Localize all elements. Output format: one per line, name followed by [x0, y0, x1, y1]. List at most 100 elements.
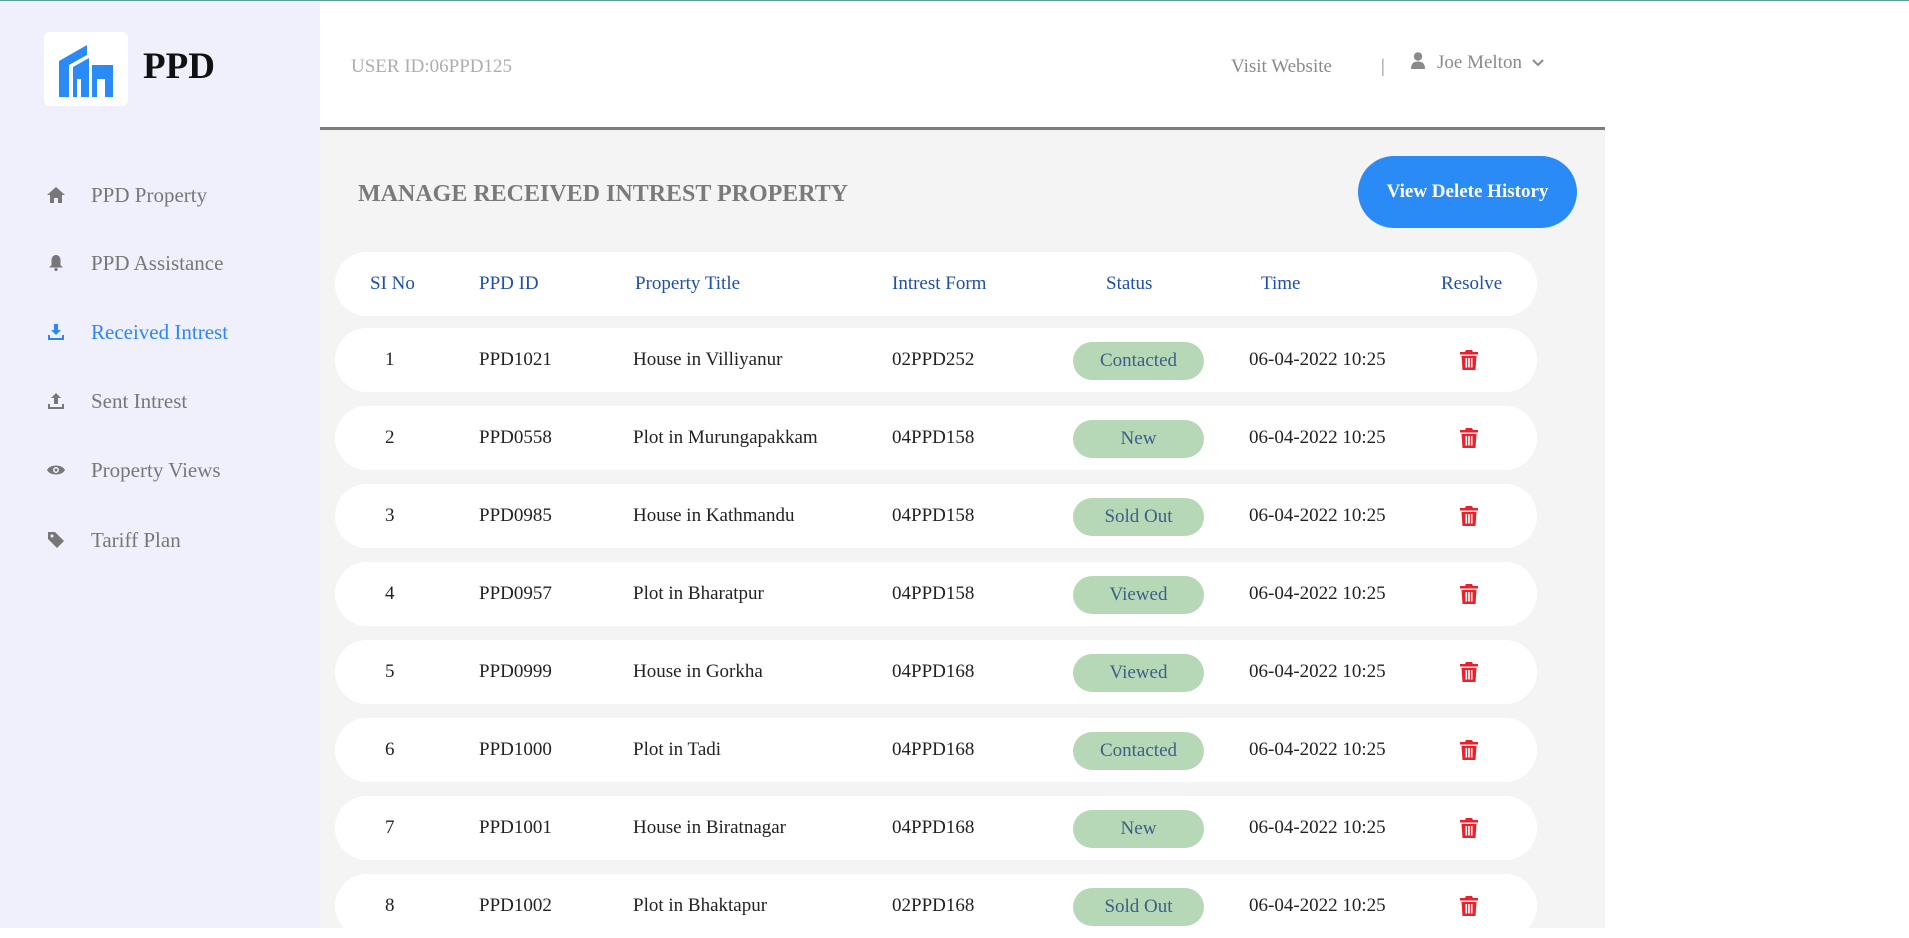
table-row: 7 PPD1001 House in Biratnagar 04PPD168 N…	[335, 796, 1537, 860]
row-si-no: 2	[385, 427, 395, 448]
row-intrest-form: 04PPD168	[892, 661, 975, 682]
sidebar-item-label: PPD Assistance	[91, 250, 224, 275]
row-ppd-id: PPD0985	[479, 505, 552, 526]
sidebar-item-tariff-plan[interactable]: Tariff Plan	[46, 520, 181, 560]
column-header-time: Time	[1261, 273, 1301, 294]
download-icon	[46, 322, 66, 342]
row-si-no: 1	[385, 349, 395, 370]
sidebar-item-label: Property Views	[91, 457, 221, 482]
trash-icon[interactable]	[1460, 428, 1478, 448]
row-intrest-form: 04PPD158	[892, 427, 975, 448]
status-badge: Contacted	[1073, 342, 1204, 380]
column-header-resolve: Resolve	[1441, 273, 1503, 294]
table-row: 5 PPD0999 House in Gorkha 04PPD168 Viewe…	[335, 640, 1537, 704]
row-property-title: House in Gorkha	[633, 661, 763, 682]
table-header-row: SI No PPD ID Property Title Intrest Form…	[335, 252, 1537, 316]
row-intrest-form: 04PPD158	[892, 505, 975, 526]
sidebar: PPD PPD Property PPD Assistance Received…	[0, 1, 320, 928]
status-badge: New	[1073, 420, 1204, 458]
row-intrest-form: 02PPD168	[892, 895, 975, 916]
trash-icon[interactable]	[1460, 740, 1478, 760]
row-time: 06-04-2022 10:25	[1249, 739, 1386, 760]
column-header-intrest-form: Intrest Form	[892, 273, 987, 294]
user-menu[interactable]: Joe Melton	[1411, 52, 1544, 74]
table-row: 2 PPD0558 Plot in Murungapakkam 04PPD158…	[335, 406, 1537, 470]
sidebar-item-sent-intrest[interactable]: Sent Intrest	[46, 381, 187, 421]
row-si-no: 8	[385, 895, 395, 916]
row-intrest-form: 04PPD158	[892, 583, 975, 604]
bell-icon	[46, 253, 66, 273]
row-time: 06-04-2022 10:25	[1249, 661, 1386, 682]
row-si-no: 3	[385, 505, 395, 526]
row-time: 06-04-2022 10:25	[1249, 583, 1386, 604]
column-header-status: Status	[1106, 273, 1153, 294]
table-row: 6 PPD1000 Plot in Tadi 04PPD168 Contacte…	[335, 718, 1537, 782]
row-property-title: Plot in Bhaktapur	[633, 895, 768, 916]
row-property-title: House in Villiyanur	[633, 349, 783, 370]
trash-icon[interactable]	[1460, 896, 1478, 916]
sidebar-item-label: Sent Intrest	[91, 388, 188, 413]
page-title: MANAGE RECEIVED INTREST PROPERTY	[358, 181, 849, 207]
row-time: 06-04-2022 10:25	[1249, 505, 1386, 526]
trash-icon[interactable]	[1460, 506, 1478, 526]
status-badge: Sold Out	[1073, 498, 1204, 536]
row-ppd-id: PPD0999	[479, 661, 552, 682]
row-time: 06-04-2022 10:25	[1249, 427, 1386, 448]
trash-icon[interactable]	[1460, 662, 1478, 682]
sidebar-item-received-intrest[interactable]: Received Intrest	[46, 312, 228, 352]
status-badge: Contacted	[1073, 732, 1204, 770]
user-name: Joe Melton	[1437, 52, 1522, 73]
status-badge: Viewed	[1073, 576, 1204, 614]
row-ppd-id: PPD0558	[479, 427, 552, 448]
row-property-title: Plot in Murungapakkam	[633, 427, 818, 448]
sidebar-item-label: Received Intrest	[91, 319, 229, 344]
user-icon	[1411, 52, 1425, 74]
column-header-property-title: Property Title	[635, 273, 741, 294]
table-row: 3 PPD0985 House in Kathmandu 04PPD158 So…	[335, 484, 1537, 548]
trash-icon[interactable]	[1460, 584, 1478, 604]
logo[interactable]	[44, 32, 128, 106]
row-intrest-form: 02PPD252	[892, 349, 975, 370]
row-intrest-form: 04PPD168	[892, 739, 975, 760]
row-si-no: 5	[385, 661, 395, 682]
row-property-title: House in Kathmandu	[633, 505, 795, 526]
row-time: 06-04-2022 10:25	[1249, 349, 1386, 370]
main-content: MANAGE RECEIVED INTREST PROPERTY View De…	[320, 130, 1605, 938]
sidebar-item-label: PPD Property	[91, 182, 208, 207]
upload-icon	[46, 391, 66, 411]
top-header: USER ID:06PPD125 Visit Website | Joe Mel…	[320, 1, 1605, 130]
row-property-title: Plot in Bharatpur	[633, 583, 764, 604]
chevron-down-icon	[1532, 59, 1544, 67]
row-si-no: 6	[385, 739, 395, 760]
home-icon	[46, 185, 66, 205]
row-ppd-id: PPD1001	[479, 817, 552, 838]
table-row: 4 PPD0957 Plot in Bharatpur 04PPD158 Vie…	[335, 562, 1537, 626]
row-intrest-form: 04PPD168	[892, 817, 975, 838]
row-property-title: Plot in Tadi	[633, 739, 722, 760]
status-badge: New	[1073, 810, 1204, 848]
table-row: 8 PPD1002 Plot in Bhaktapur 02PPD168 Sol…	[335, 874, 1537, 938]
row-time: 06-04-2022 10:25	[1249, 817, 1386, 838]
table-row: 1 PPD1021 House in Villiyanur 02PPD252 C…	[335, 328, 1537, 392]
tag-icon	[46, 530, 66, 550]
row-si-no: 4	[385, 583, 395, 604]
trash-icon[interactable]	[1460, 350, 1478, 370]
row-ppd-id: PPD1021	[479, 349, 552, 370]
row-si-no: 7	[385, 817, 395, 838]
sidebar-item-ppd-property[interactable]: PPD Property	[46, 175, 207, 215]
column-header-si-no: SI No	[370, 273, 415, 294]
sidebar-item-label: Tariff Plan	[91, 527, 181, 552]
status-badge: Sold Out	[1073, 888, 1204, 926]
logo-text: PPD	[143, 46, 215, 87]
visit-website-link[interactable]: Visit Website	[1231, 56, 1332, 78]
user-id: USER ID:06PPD125	[351, 56, 512, 77]
row-ppd-id: PPD1000	[479, 739, 552, 760]
sidebar-item-property-views[interactable]: Property Views	[46, 450, 221, 490]
trash-icon[interactable]	[1460, 818, 1478, 838]
eye-icon	[46, 460, 66, 480]
view-delete-history-button[interactable]: View Delete History	[1358, 156, 1577, 228]
row-ppd-id: PPD1002	[479, 895, 552, 916]
row-ppd-id: PPD0957	[479, 583, 552, 604]
sidebar-item-ppd-assistance[interactable]: PPD Assistance	[46, 243, 223, 283]
column-header-ppd-id: PPD ID	[479, 273, 539, 294]
